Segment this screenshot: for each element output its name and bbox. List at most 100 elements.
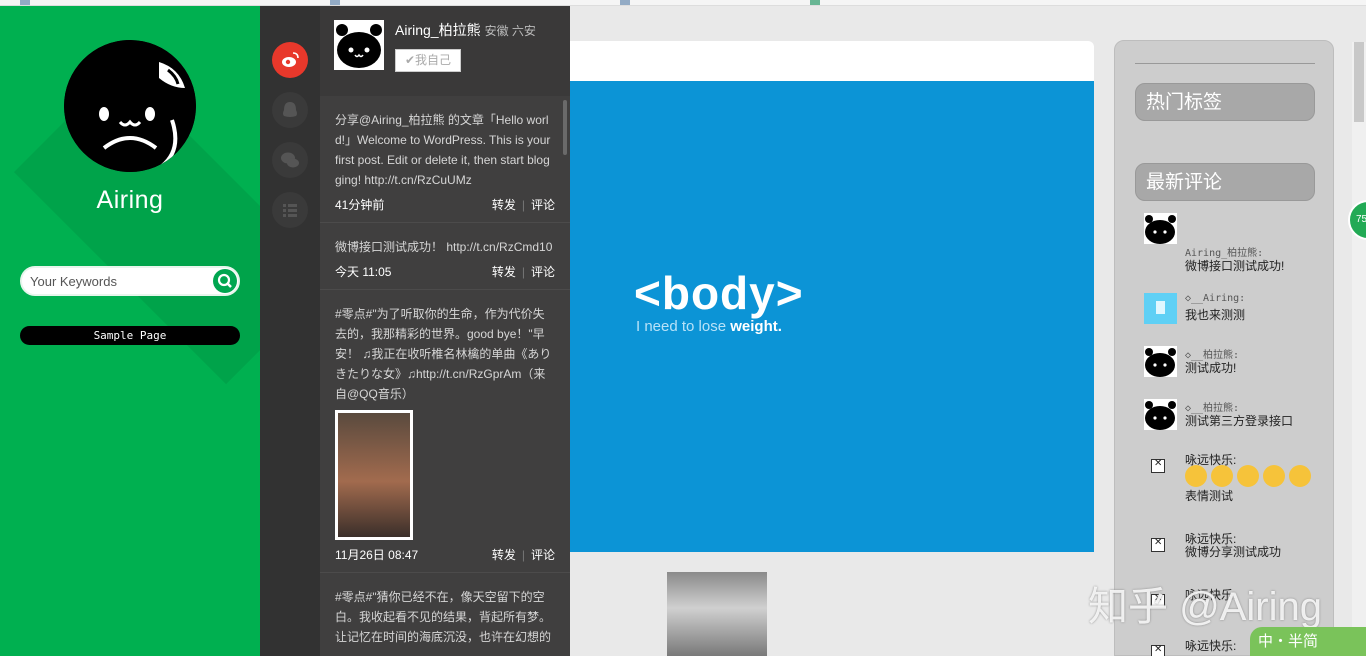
panda-avatar-icon (1145, 215, 1176, 244)
separator: | (521, 548, 525, 562)
weibo-tab[interactable] (272, 42, 308, 78)
ime-status-bar[interactable]: 中・半简 (1250, 627, 1366, 656)
comment-text[interactable]: 测试成功! (1185, 359, 1236, 376)
repost-link[interactable]: 转发 (492, 265, 516, 279)
emoji-icon (1263, 465, 1285, 487)
commenter-name[interactable]: ◇__Airing: (1185, 293, 1245, 304)
weibo-post: #零点#"猜你已经不在，像天空留下的空白。我收起看不见的结果，背起所有梦。让记忆… (320, 573, 570, 656)
weibo-post: #零点#"为了听取你的生命，作为代价失去的，我那精彩的世界。good bye！"… (320, 290, 570, 573)
commenter-avatar (1144, 213, 1177, 244)
weibo-panel: Airing_柏拉熊 安徽 六安 ✔我自己 分享@Airing_柏拉熊 的文章「H… (320, 6, 570, 656)
panda-avatar-icon (334, 20, 384, 70)
post-actions: 转发 | 评论 (492, 546, 555, 563)
widget-sidebar: 热门标签 最新评论 Airing_柏拉熊: 微博接口测试成功! ◇__Airin… (1114, 40, 1334, 656)
post-photo[interactable] (667, 572, 767, 656)
commenter-name[interactable]: 咏远快乐: (1185, 637, 1236, 654)
avatar[interactable] (64, 40, 196, 172)
qq-icon (283, 102, 297, 117)
comment-text[interactable]: 微博接口测试成功! (1185, 257, 1284, 274)
zhihu-watermark: 知乎 @Airing (1088, 585, 1322, 629)
weibo-username[interactable]: Airing_柏拉熊 安徽 六安 (395, 20, 536, 40)
comment-emoji-row: 表情测试 (1185, 465, 1325, 504)
weibo-avatar[interactable] (334, 20, 384, 70)
weibo-post: 分享@Airing_柏拉熊 的文章「Hello world!」Welcome t… (320, 96, 570, 223)
weibo-location: 安徽 六安 (484, 24, 536, 38)
featured-banner[interactable]: <body> I need to lose weight. (570, 81, 1094, 552)
search-box (20, 266, 240, 296)
post-time: 11月26日 08:47 (335, 548, 419, 562)
weibo-icon (282, 52, 299, 67)
post-time: 41分钟前 (335, 198, 385, 212)
comment-text[interactable]: 测试第三方登录接口 (1185, 412, 1293, 429)
post-meta: 今天 11:05 转发 | 评论 (335, 263, 555, 279)
weibo-profile-header: Airing_柏拉熊 安徽 六安 ✔我自己 (320, 6, 570, 96)
blog-sidebar: Airing Sample Page (0, 6, 260, 656)
post-meta: 41分钟前 转发 | 评论 (335, 196, 555, 212)
hot-tags-title: 热门标签 (1135, 83, 1315, 121)
broken-image-icon (1151, 644, 1165, 656)
emoji-icon (1289, 465, 1311, 487)
scrollbar-thumb[interactable] (1354, 42, 1364, 122)
weibo-post: 微博接口测试成功！ http://t.cn/RzCmd10 今天 11:05 转… (320, 223, 570, 290)
self-button[interactable]: ✔我自己 (395, 49, 461, 72)
list-icon (283, 204, 297, 217)
emoji-icon (1237, 465, 1259, 487)
comment-text[interactable]: 微博分享测试成功 (1185, 543, 1281, 560)
search-button[interactable] (213, 269, 237, 293)
separator: | (521, 265, 525, 279)
post-actions: 转发 | 评论 (492, 263, 555, 280)
list-tab[interactable] (272, 192, 308, 228)
post-image[interactable] (335, 410, 413, 540)
post-text: #零点#"猜你已经不在，像天空留下的空白。我收起看不见的结果，背起所有梦。让记忆… (335, 590, 552, 644)
page-scrollbar[interactable] (1352, 42, 1366, 656)
weibo-feed: 分享@Airing_柏拉熊 的文章「Hello world!」Welcome t… (320, 96, 570, 656)
weibo-username-text[interactable]: Airing_柏拉熊 (395, 22, 481, 38)
site-title[interactable]: Airing (0, 186, 260, 215)
comment-link[interactable]: 评论 (531, 198, 555, 212)
broken-image-icon (1151, 458, 1165, 473)
toolbar-fragment (20, 0, 30, 5)
post-text: #零点#"为了听取你的生命，作为代价失去的，我那精彩的世界。good bye！"… (335, 307, 552, 401)
comment-link[interactable]: 评论 (531, 265, 555, 279)
commenter-avatar (1144, 399, 1177, 430)
tagline-emphasis: weight. (730, 318, 782, 335)
comment-link[interactable]: 评论 (531, 548, 555, 562)
search-icon (217, 273, 232, 288)
separator: | (521, 198, 525, 212)
commenter-avatar (1144, 293, 1177, 324)
divider (1135, 63, 1315, 64)
repost-link[interactable]: 转发 (492, 198, 516, 212)
toolbar-fragment (810, 0, 820, 5)
recent-comments-title: 最新评论 (1135, 163, 1315, 201)
commenter-avatar (1144, 346, 1177, 377)
wechat-tab[interactable] (272, 142, 308, 178)
tagline-part: I need to lose (636, 318, 731, 335)
emoji-icon (1211, 465, 1233, 487)
panel-scrollbar[interactable] (563, 100, 567, 155)
post-text: 微博接口测试成功！ http://t.cn/RzCmd10 (335, 240, 553, 254)
panda-avatar-icon (1145, 348, 1176, 377)
repost-link[interactable]: 转发 (492, 548, 516, 562)
post-text: 分享@Airing_柏拉熊 的文章「Hello world!」Welcome t… (335, 113, 551, 187)
nav-item-sample-page[interactable]: Sample Page (20, 326, 240, 345)
floating-counter-button[interactable]: 75 (1348, 200, 1366, 240)
panda-avatar-icon (1145, 401, 1176, 430)
comment-text[interactable]: 表情测试 (1185, 489, 1233, 503)
post-time: 今天 11:05 (335, 265, 392, 279)
wechat-icon (281, 152, 299, 168)
main-content: <body> I need to lose weight. (570, 6, 1110, 656)
toolbar-fragment (330, 0, 340, 5)
toolbar-fragment (620, 0, 630, 5)
banner-tagline: I need to lose weight. (636, 318, 782, 335)
panda-avatar-icon (64, 40, 196, 172)
banner-title: <body> (634, 267, 804, 319)
qq-tab[interactable] (272, 92, 308, 128)
post-actions: 转发 | 评论 (492, 196, 555, 213)
comment-text[interactable]: 我也来测测 (1185, 306, 1245, 323)
emoji-icon (1185, 465, 1207, 487)
post-card-header (570, 41, 1094, 81)
post-meta: 11月26日 08:47 转发 | 评论 (335, 546, 555, 562)
broken-image-icon (1151, 537, 1165, 552)
search-input[interactable] (30, 271, 210, 291)
cup-avatar-icon (1144, 293, 1177, 324)
